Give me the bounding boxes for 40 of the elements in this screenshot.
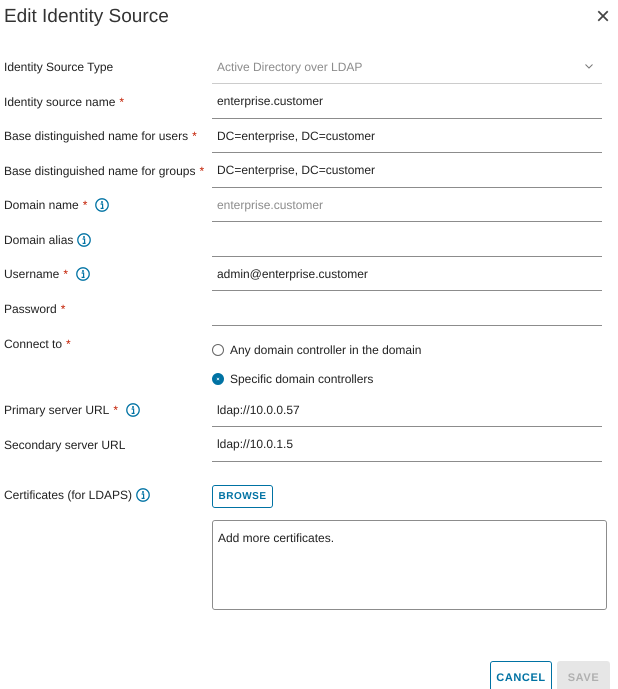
- required-asterisk: *: [113, 403, 118, 417]
- required-asterisk: *: [199, 164, 204, 178]
- field-label: Domain name: [4, 198, 79, 212]
- input-field[interactable]: ldap://10.0.1.5: [212, 428, 602, 462]
- input-field[interactable]: DC=enterprise, DC=customer: [212, 154, 602, 188]
- field-label: Username: [4, 267, 60, 281]
- input-field[interactable]: ldap://10.0.0.57: [212, 393, 602, 427]
- input-field[interactable]: enterprise.customer: [212, 84, 602, 118]
- required-asterisk: *: [60, 302, 66, 316]
- info-icon[interactable]: [126, 403, 140, 417]
- input-field[interactable]: admin@enterprise.customer: [212, 257, 602, 291]
- field-label: Base distinguished name for groups: [4, 164, 196, 178]
- required-asterisk: *: [63, 267, 68, 281]
- field-label: Base distinguished name for users: [4, 129, 188, 143]
- field-label: Domain alias: [4, 232, 74, 246]
- field-label: Certificates (for LDAPS): [4, 488, 132, 502]
- required-asterisk: *: [66, 337, 71, 351]
- radio-label[interactable]: Any domain controller in the domain: [230, 342, 422, 356]
- field-label: Password: [4, 302, 57, 316]
- info-icon[interactable]: [77, 232, 92, 246]
- text-area[interactable]: Add more certificates.: [212, 520, 607, 610]
- field-label: Primary server URL: [4, 403, 110, 417]
- info-icon[interactable]: [76, 267, 90, 281]
- required-asterisk: *: [82, 198, 88, 212]
- info-icon[interactable]: [136, 488, 150, 502]
- radio-button[interactable]: [212, 344, 224, 356]
- dialog-title: Edit Identity Source: [4, 6, 169, 28]
- field-label: Connect to: [4, 337, 62, 351]
- required-asterisk: *: [192, 129, 197, 143]
- browse-button[interactable]: BROWSE: [212, 485, 273, 508]
- radio-button[interactable]: [212, 372, 224, 384]
- input-field[interactable]: DC=enterprise, DC=customer: [212, 119, 602, 153]
- required-asterisk: *: [119, 94, 124, 108]
- field-label: Secondary server URL: [4, 438, 126, 452]
- cancel-button[interactable]: CANCEL: [490, 661, 552, 689]
- close-button[interactable]: ×: [596, 5, 610, 29]
- field-label: Identity Source Type: [4, 60, 114, 74]
- field-label: Identity source name: [4, 94, 116, 108]
- chevron-icon: [585, 64, 593, 69]
- radio-label[interactable]: Specific domain controllers: [230, 372, 374, 386]
